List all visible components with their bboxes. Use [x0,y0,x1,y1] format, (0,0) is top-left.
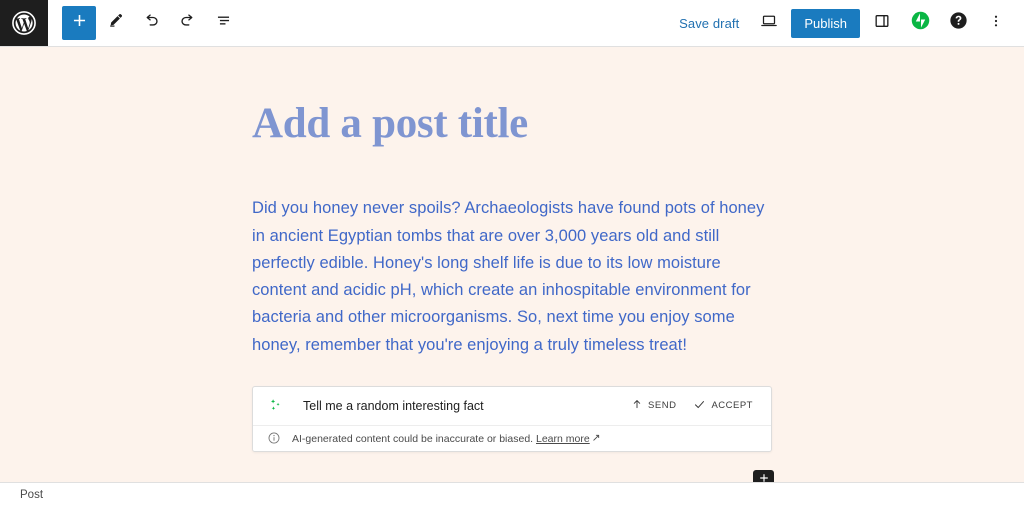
more-options-button[interactable] [980,7,1012,39]
post-title-input[interactable]: Add a post title [252,99,772,148]
toolbar-right-group: Save draft Publish [671,0,1024,46]
help-circle-icon [948,10,969,36]
external-link-icon: ↗ [591,431,601,444]
publish-button[interactable]: Publish [791,8,860,38]
toolbar-left-group [48,0,240,46]
editor-footer: Post [0,482,1024,507]
editor-toolbar: Save draft Publish [0,0,1024,47]
redo-icon [178,11,197,35]
ai-disclaimer-text: AI-generated content could be inaccurate… [292,432,601,445]
ai-accept-label: ACCEPT [711,400,753,412]
redo-button[interactable] [170,6,204,40]
pencil-icon [106,11,125,35]
ai-send-label: SEND [648,400,677,412]
ai-sparkle-icon [266,397,284,415]
ai-disclaimer-row: AI-generated content could be inaccurate… [253,424,771,451]
editor-canvas: Add a post title Did you honey never spo… [0,47,1024,482]
save-draft-button[interactable]: Save draft [671,10,747,37]
wordpress-logo-icon [11,10,37,36]
jetpack-button[interactable] [904,7,936,39]
block-inserter-button[interactable] [753,470,774,482]
plus-icon [70,11,89,35]
list-view-icon [214,11,233,35]
help-button[interactable] [942,7,974,39]
ai-accept-button[interactable]: ACCEPT [686,393,760,419]
laptop-icon [759,11,779,36]
arrow-up-icon [631,398,643,413]
breadcrumb-post[interactable]: Post [20,489,43,501]
settings-sidebar-toggle[interactable] [866,7,898,39]
checkmark-icon [693,398,706,414]
ai-disclaimer-sentence: AI-generated content could be inaccurate… [292,432,534,445]
add-block-button[interactable] [62,6,96,40]
undo-button[interactable] [134,6,168,40]
ai-assistant-panel: Tell me a random interesting fact SEND A… [252,385,772,452]
learn-more-link[interactable]: Learn more [536,433,590,445]
edit-tool-button[interactable] [98,6,132,40]
post-content-wrapper: Add a post title Did you honey never spo… [252,47,772,452]
preview-button[interactable] [753,7,785,39]
document-overview-button[interactable] [206,6,240,40]
sidebar-panel-icon [872,11,892,36]
wordpress-block-editor: Save draft Publish Add a post title Did … [0,0,1024,507]
post-body-paragraph[interactable]: Did you honey never spoils? Archaeologis… [252,195,772,358]
plus-icon [757,471,771,482]
wordpress-logo-button[interactable] [0,0,48,46]
undo-icon [142,11,161,35]
ai-prompt-row: Tell me a random interesting fact SEND A… [253,387,771,425]
ai-send-button[interactable]: SEND [624,393,683,418]
info-icon [266,431,281,446]
ai-prompt-input[interactable]: Tell me a random interesting fact [303,399,624,413]
jetpack-icon [910,10,931,36]
kebab-menu-icon [987,12,1005,35]
